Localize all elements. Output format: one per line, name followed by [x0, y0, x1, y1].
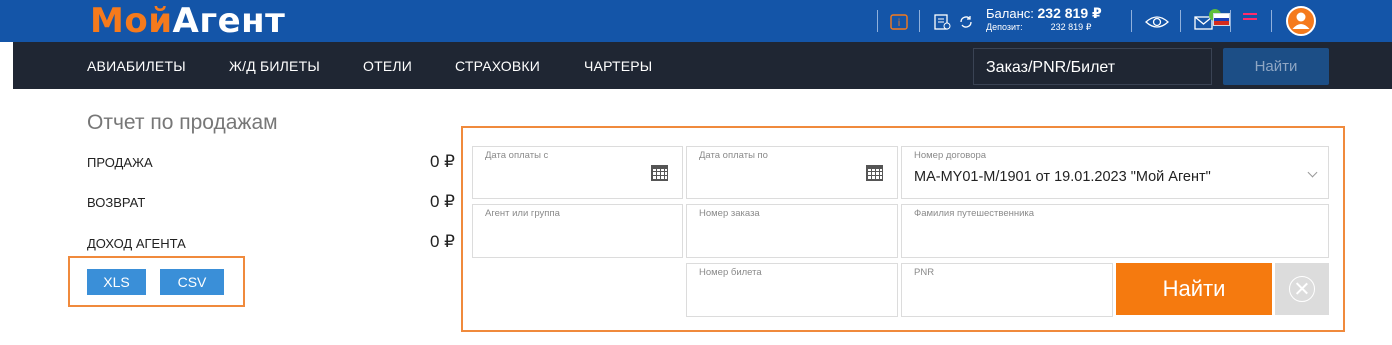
- order-number-label: Номер заказа: [699, 208, 760, 219]
- header-divider: [1230, 10, 1231, 32]
- nav-item-insurance[interactable]: СТРАХОВКИ: [455, 58, 540, 74]
- pnr-label: PNR: [914, 267, 935, 278]
- logo-part-1: Мой: [90, 1, 173, 41]
- date-to-field[interactable]: Дата оплаты по: [686, 146, 898, 199]
- balance-value: 232 819 ₽: [1037, 5, 1102, 21]
- clear-filters-button[interactable]: [1275, 263, 1329, 315]
- flag-ru-icon[interactable]: [1213, 13, 1230, 26]
- refund-label: ВОЗВРАТ: [87, 195, 146, 210]
- chevron-down-icon[interactable]: [1307, 167, 1318, 178]
- menu-icon[interactable]: [1243, 13, 1257, 25]
- top-header-bar: МойАгент i Баланс: 232 819 ₽ Депозит: 232…: [0, 0, 1392, 42]
- nav-item-charters[interactable]: ЧАРТЕРЫ: [584, 58, 652, 74]
- traveler-surname-field[interactable]: Фамилия путешественника: [901, 204, 1329, 258]
- logo[interactable]: МойАгент: [90, 1, 285, 41]
- balance-widget: Баланс: 232 819 ₽ Депозит: 232 819 ₽: [986, 6, 1102, 33]
- order-search-input[interactable]: Заказ/PNR/Билет: [973, 48, 1212, 85]
- refresh-icon[interactable]: [956, 12, 976, 32]
- nav-item-hotels[interactable]: ОТЕЛИ: [363, 58, 412, 74]
- svg-text:i: i: [898, 18, 901, 29]
- nav-item-rail[interactable]: Ж/Д БИЛЕТЫ: [229, 58, 320, 74]
- header-divider: [877, 10, 878, 32]
- order-number-field[interactable]: Номер заказа: [686, 204, 898, 258]
- agent-group-field[interactable]: Агент или группа: [472, 204, 683, 258]
- order-search-button[interactable]: Найти: [1223, 48, 1329, 85]
- deposit-label: Депозит:: [986, 22, 1023, 32]
- refund-value: 0 ₽: [430, 192, 455, 211]
- export-xls-button[interactable]: XLS: [87, 269, 146, 295]
- nav-item-flights[interactable]: АВИАБИЛЕТЫ: [87, 58, 186, 74]
- contract-select[interactable]: Номер договора MA-MY01-M/1901 от 19.01.2…: [901, 146, 1329, 199]
- contract-value: MA-MY01-M/1901 от 19.01.2023 "Мой Агент": [914, 169, 1211, 185]
- user-avatar-icon[interactable]: [1286, 6, 1316, 36]
- ticket-number-label: Номер билета: [699, 267, 762, 278]
- sale-value: 0 ₽: [430, 152, 455, 171]
- find-button[interactable]: Найти: [1116, 263, 1272, 315]
- receipt-icon[interactable]: [932, 12, 952, 32]
- calendar-icon[interactable]: [651, 165, 668, 181]
- header-divider: [919, 10, 920, 32]
- date-to-label: Дата оплаты по: [699, 150, 768, 161]
- date-from-field[interactable]: Дата оплаты с: [472, 146, 683, 199]
- export-csv-button[interactable]: CSV: [160, 269, 224, 295]
- agent-income-label: ДОХОД АГЕНТА: [87, 236, 186, 251]
- contract-label: Номер договора: [914, 150, 987, 161]
- page-title: Отчет по продажам: [87, 111, 278, 134]
- deposit-value: 232 819 ₽: [1050, 22, 1092, 32]
- calendar-icon[interactable]: [866, 165, 883, 181]
- sale-label: ПРОДАЖА: [87, 155, 153, 170]
- balance-label: Баланс:: [986, 6, 1034, 21]
- agent-group-label: Агент или группа: [485, 208, 560, 219]
- agent-income-value: 0 ₽: [430, 232, 455, 251]
- header-divider: [1180, 10, 1181, 32]
- header-divider: [1131, 10, 1132, 32]
- logo-part-2: Агент: [172, 1, 286, 41]
- ticket-number-field[interactable]: Номер билета: [686, 263, 898, 317]
- eye-icon[interactable]: [1144, 12, 1170, 32]
- info-icon[interactable]: i: [889, 12, 909, 32]
- close-circle-icon: [1289, 276, 1315, 302]
- pnr-field[interactable]: PNR: [901, 263, 1113, 317]
- header-divider: [1271, 10, 1272, 32]
- traveler-surname-label: Фамилия путешественника: [914, 208, 1035, 219]
- date-from-label: Дата оплаты с: [485, 150, 549, 161]
